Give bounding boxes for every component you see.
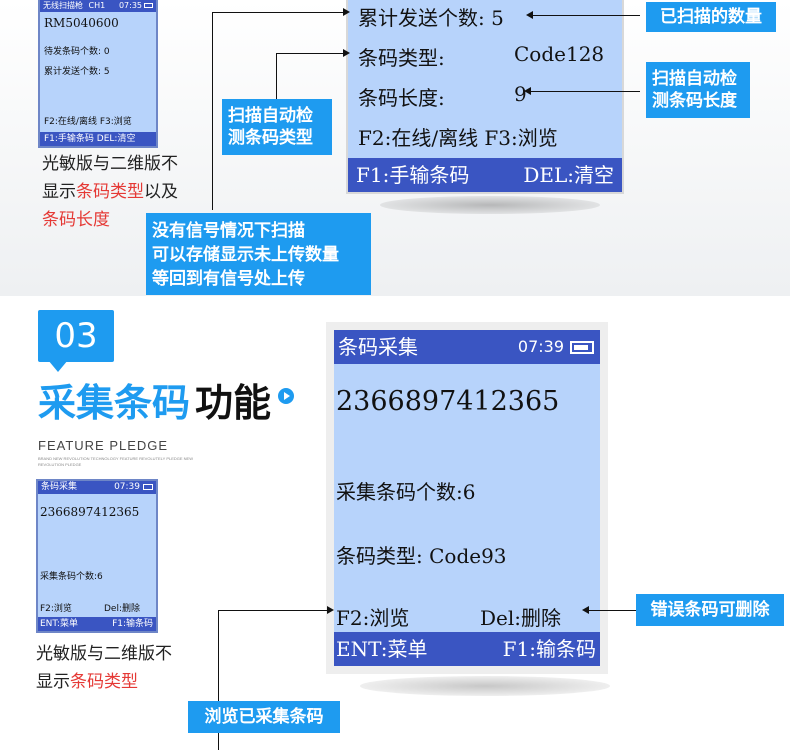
small-fkey-left: F2:浏览	[40, 604, 72, 614]
connector	[532, 15, 640, 16]
callout-line: 测条码长度	[652, 91, 737, 111]
caption-text: 显示	[36, 672, 70, 692]
connector	[212, 12, 213, 210]
pledge-subtitle: BRAND NEW REVOLUTION TECHNOLOGY FEATURE …	[38, 456, 193, 467]
key-left: ENT:菜单	[40, 619, 78, 629]
callout-offline: 没有信号情况下扫描 可以存储显示未上传数量 等回到有信号处上传	[146, 213, 371, 295]
bottom-left-key: F1:手输条码	[356, 163, 470, 187]
title: 条码采集	[338, 335, 418, 359]
section-title-dark: 功能	[195, 381, 272, 425]
step-number-badge: 03	[38, 310, 114, 362]
arrow	[524, 87, 531, 95]
arrow	[526, 11, 533, 19]
callout-line: 等回到有信号处上传	[152, 269, 305, 289]
callout-scanned-count: 已扫描的数量	[646, 2, 776, 32]
callout-auto-type: 扫描自动检 测条码类型	[222, 99, 332, 155]
small-fkeys: F2:在线/离线 F3:浏览	[44, 117, 132, 127]
big-code-type: 条码类型: Code93	[336, 544, 507, 568]
arrow	[343, 8, 350, 16]
status-time: 07:35	[118, 1, 142, 10]
arrow	[327, 606, 334, 614]
time: 07:39	[517, 337, 564, 356]
arrow	[582, 606, 589, 614]
big-count: 采集条码个数:6	[336, 480, 476, 504]
caption-text: 显示	[42, 182, 76, 202]
small-bottom-bar: F1:手输条码 DEL:清空	[40, 132, 156, 146]
caption-line: 显示条码类型	[36, 668, 172, 696]
big-fkey-right: Del:删除	[480, 606, 562, 630]
small-lcd-bottom: 条码采集 07:39 2366897412365 采集条码个数:6 F2:浏览 …	[36, 479, 158, 633]
small-code: 2366897412365	[40, 505, 140, 519]
small-lcd-top: 无线扫描枪 CH1 07:35 RM5040600 待发条码个数: 0 累计发送…	[38, 0, 158, 148]
callout-auto-length: 扫描自动检 测条码长度	[646, 62, 750, 118]
big-bottom-bar: F1:手输条码 DEL:清空	[348, 158, 622, 192]
status-extra: CH1	[88, 1, 106, 10]
small-sent: 累计发送个数: 5	[44, 67, 110, 77]
callout-browse: 浏览已采集条码	[188, 701, 340, 733]
key-left: ENT:菜单	[336, 637, 428, 661]
code-type-label: 条码类型:	[358, 46, 445, 70]
status-title: 无线扫描枪	[43, 1, 83, 10]
small-lcd-title-bar: 条码采集 07:39	[38, 481, 156, 494]
code-type-value: Code128	[514, 42, 605, 66]
small-bottom-bar: ENT:菜单 F1:输条码	[38, 617, 156, 631]
big-lcd-bottom: 条码采集 07:39 2366897412365 采集条码个数:6 条码类型: …	[326, 322, 608, 674]
title: 条码采集	[41, 482, 78, 492]
big-lcd-top: 累计发送个数: 5 条码类型: Code128 条码长度: 9 F2:在线/离线…	[346, 0, 624, 194]
code-length-label: 条码长度:	[358, 86, 445, 110]
big-code: 2366897412365	[336, 386, 560, 417]
time: 07:39	[114, 482, 140, 492]
connector	[276, 53, 277, 99]
caption-top: 光敏版与二维版不 显示条码类型以及 条码长度	[42, 150, 178, 234]
key-right: F1:输条码	[502, 637, 596, 661]
big-fkeys: F2:在线/离线 F3:浏览	[358, 126, 558, 150]
callout-line: 可以存储显示未上传数量	[152, 245, 339, 265]
caption-highlight: 条码类型	[70, 672, 138, 692]
sent-count: 累计发送个数: 5	[358, 6, 504, 30]
small-lcd-status-bar: 无线扫描枪 CH1 07:35	[40, 0, 156, 12]
callout-line: 扫描自动检	[652, 69, 737, 89]
caption-line: 光敏版与二维版不	[42, 154, 178, 174]
small-fkey-right: Del:删除	[104, 604, 141, 614]
big-bottom-bar: ENT:菜单 F1:输条码	[334, 632, 600, 666]
caption-line: 显示条码类型以及	[42, 178, 178, 206]
big-lcd-title-bar: 条码采集 07:39	[334, 330, 600, 364]
caption-highlight: 条码类型	[76, 182, 144, 202]
caption-line: 光敏版与二维版不	[36, 644, 172, 664]
section-title-blue: 采集条码	[38, 381, 191, 425]
connector	[530, 91, 640, 92]
callout-line: 测条码类型	[228, 128, 313, 148]
big-fkey-left: F2:浏览	[336, 606, 410, 630]
bottom-right-key: DEL:清空	[523, 163, 614, 187]
badge-tail	[48, 360, 68, 372]
caption-text: 以及	[144, 182, 178, 202]
small-count: 采集条码个数:6	[40, 572, 103, 582]
key-right: F1:输条码	[112, 619, 153, 629]
callout-line: 扫描自动检	[228, 106, 313, 126]
connector	[218, 610, 332, 611]
small-code: RM5040600	[44, 16, 119, 30]
screen-shadow	[380, 196, 600, 214]
small-pending: 待发条码个数: 0	[44, 47, 110, 57]
connector	[588, 610, 636, 611]
callout-delete: 错误条码可删除	[636, 594, 784, 626]
screen-shadow	[360, 676, 610, 696]
battery-icon	[570, 341, 594, 354]
callout-line: 没有信号情况下扫描	[152, 221, 305, 241]
battery-icon	[143, 484, 153, 490]
arrow	[343, 49, 350, 57]
caption-highlight: 条码长度	[42, 210, 110, 230]
connector	[276, 53, 348, 54]
feature-pledge: FEATURE PLEDGE	[38, 438, 169, 453]
battery-icon	[144, 3, 153, 8]
connector	[212, 12, 348, 13]
caption-bottom: 光敏版与二维版不 显示条码类型	[36, 640, 172, 696]
play-icon	[278, 388, 294, 404]
